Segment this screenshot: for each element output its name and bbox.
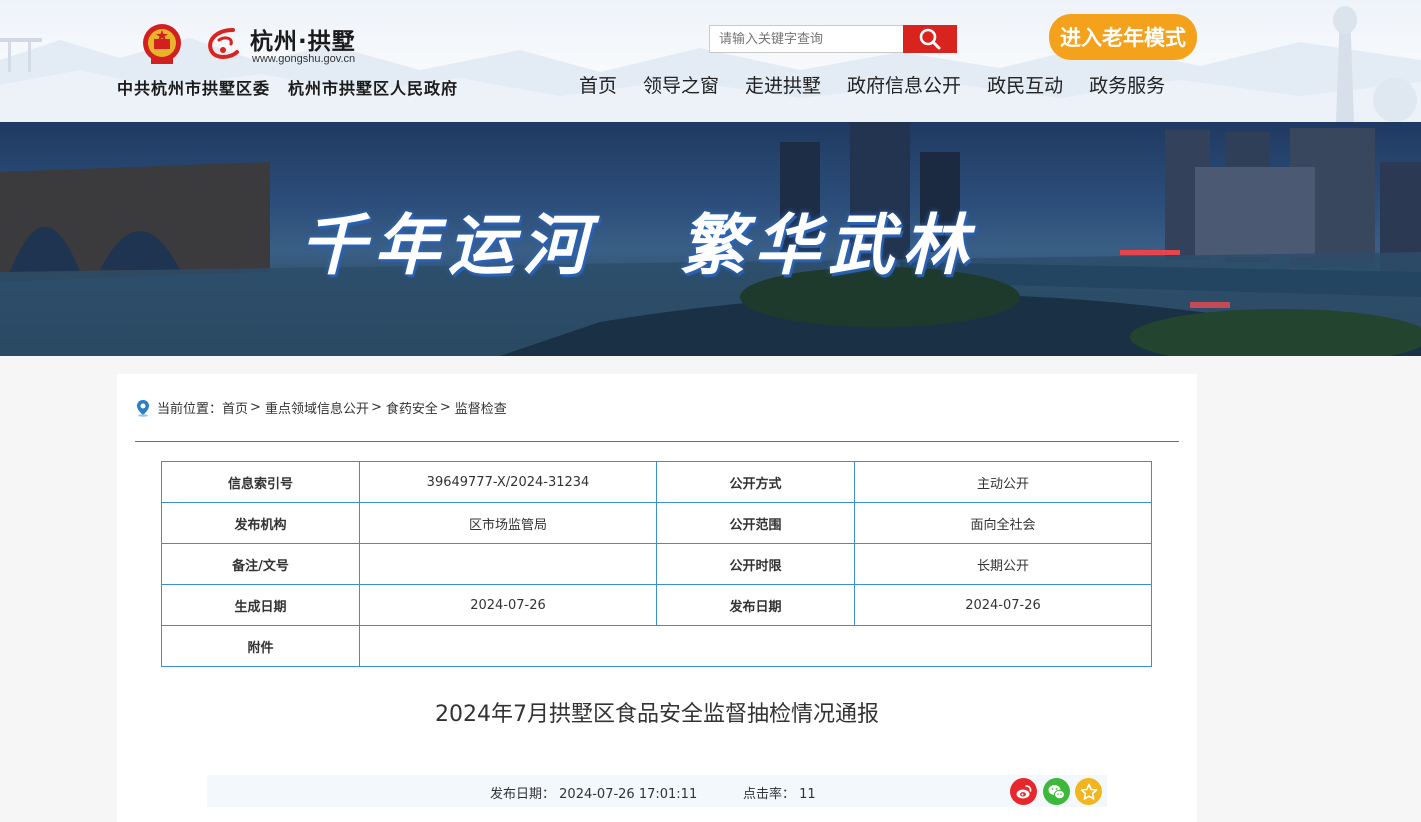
gongshu-logo-icon: [208, 28, 239, 59]
breadcrumb-prefix: 当前位置：: [157, 402, 223, 417]
publish-datetime: 2024-07-26 17:01:11: [559, 787, 698, 802]
click-count-label: 点击率：: [743, 787, 796, 802]
publish-info: 发布日期： 2024-07-26 17:01:11: [490, 783, 697, 802]
disclosure-period-label: 公开时限: [656, 543, 855, 585]
main-navigation: 首页 领导之窗 走进拱墅 政府信息公开 政民互动 政务服务: [566, 72, 1178, 100]
table-row: 备注/文号 公开时限 长期公开: [161, 543, 1152, 585]
disclosure-metadata-table: 信息索引号 39649777-X/2024-31234 公开方式 主动公开 发布…: [161, 461, 1152, 667]
index-number-label: 信息索引号: [161, 461, 360, 503]
nav-about-gongshu[interactable]: 走进拱墅: [732, 72, 834, 100]
table-row: 发布机构 区市场监管局 公开范围 面向全社会: [161, 502, 1152, 544]
table-row: 生成日期 2024-07-26 发布日期 2024-07-26: [161, 584, 1152, 626]
breadcrumb: 当前位置： 首页 > 重点领域信息公开 > 食药安全 > 监督检查: [135, 398, 507, 417]
article-title: 2024年7月拱墅区食品安全监督抽检情况通报: [435, 702, 879, 727]
attachment-label: 附件: [161, 625, 360, 667]
created-date-value: 2024-07-26: [359, 584, 657, 626]
breadcrumb-home[interactable]: 首页: [222, 398, 248, 417]
issuing-agency-value: 区市场监管局: [359, 502, 657, 544]
breadcrumb-divider: [135, 441, 1179, 442]
click-count-value: 11: [799, 787, 816, 802]
article-info-bar: 发布日期： 2024-07-26 17:01:11 点击率： 11: [207, 775, 1107, 807]
nav-interaction[interactable]: 政民互动: [974, 72, 1076, 100]
weibo-icon: [1016, 784, 1031, 798]
add-favorite-button[interactable]: [1075, 778, 1102, 805]
organization-names: 中共杭州市拱墅区委 杭州市拱墅区人民政府: [117, 75, 458, 99]
issuing-agency-label: 发布机构: [161, 502, 360, 544]
nav-gov-services[interactable]: 政务服务: [1076, 72, 1178, 100]
nav-leadership[interactable]: 领导之窗: [630, 72, 732, 100]
site-header: 杭州·拱墅 www.gongshu.gov.cn 中共杭州市拱墅区委 杭州市拱墅区…: [0, 0, 1421, 122]
wechat-icon: [1048, 784, 1065, 799]
breadcrumb-separator: >: [370, 400, 382, 415]
disclosure-scope-label: 公开范围: [656, 502, 855, 544]
click-count: 点击率： 11: [743, 783, 816, 802]
attachment-value: [359, 625, 1152, 667]
breadcrumb-food-drug-safety[interactable]: 食药安全: [386, 398, 438, 417]
table-row: 信息索引号 39649777-X/2024-31234 公开方式 主动公开: [161, 461, 1152, 503]
publish-date-value: 2024-07-26: [854, 584, 1152, 626]
favorite-icon: [1080, 783, 1097, 800]
index-number-value: 39649777-X/2024-31234: [359, 461, 657, 503]
breadcrumb-separator: >: [439, 400, 451, 415]
nav-home[interactable]: 首页: [566, 72, 630, 100]
nav-gov-info-disclosure[interactable]: 政府信息公开: [834, 72, 974, 100]
government-name: 杭州市拱墅区人民政府: [288, 79, 459, 98]
search-button[interactable]: [903, 25, 957, 53]
search-input[interactable]: [709, 25, 904, 53]
disclosure-method-label: 公开方式: [656, 461, 855, 503]
site-url: www.gongshu.gov.cn: [252, 53, 356, 65]
breadcrumb-supervision-inspection[interactable]: 监督检查: [455, 398, 507, 417]
share-wechat-button[interactable]: [1043, 778, 1070, 805]
disclosure-method-value: 主动公开: [854, 461, 1152, 503]
banner-slogan-right: 繁华武林: [680, 206, 976, 284]
share-weibo-button[interactable]: [1010, 778, 1037, 805]
document-number-label: 备注/文号: [161, 543, 360, 585]
breadcrumb-separator: >: [250, 400, 261, 415]
created-date-label: 生成日期: [161, 584, 360, 626]
document-number-value: [359, 543, 657, 585]
elder-mode-button[interactable]: 进入老年模式: [1049, 14, 1197, 60]
location-pin-icon: [137, 399, 149, 417]
publish-date-label: 发布日期: [656, 584, 855, 626]
breadcrumb-key-areas[interactable]: 重点领域信息公开: [265, 398, 369, 417]
publish-label: 发布日期：: [490, 787, 556, 802]
article-panel: 当前位置： 首页 > 重点领域信息公开 > 食药安全 > 监督检查 信息索引号 396…: [117, 374, 1197, 822]
hero-banner: 千年运河 繁华武林: [0, 122, 1421, 356]
table-row: 附件: [161, 625, 1152, 667]
banner-slogan-left: 千年运河: [300, 206, 596, 284]
party-committee-name: 中共杭州市拱墅区委: [117, 79, 271, 98]
site-brand-name: 杭州·拱墅: [250, 29, 356, 55]
disclosure-period-value: 长期公开: [854, 543, 1152, 585]
disclosure-scope-value: 面向全社会: [854, 502, 1152, 544]
search-icon: [919, 28, 941, 50]
national-emblem-icon: [143, 24, 181, 64]
